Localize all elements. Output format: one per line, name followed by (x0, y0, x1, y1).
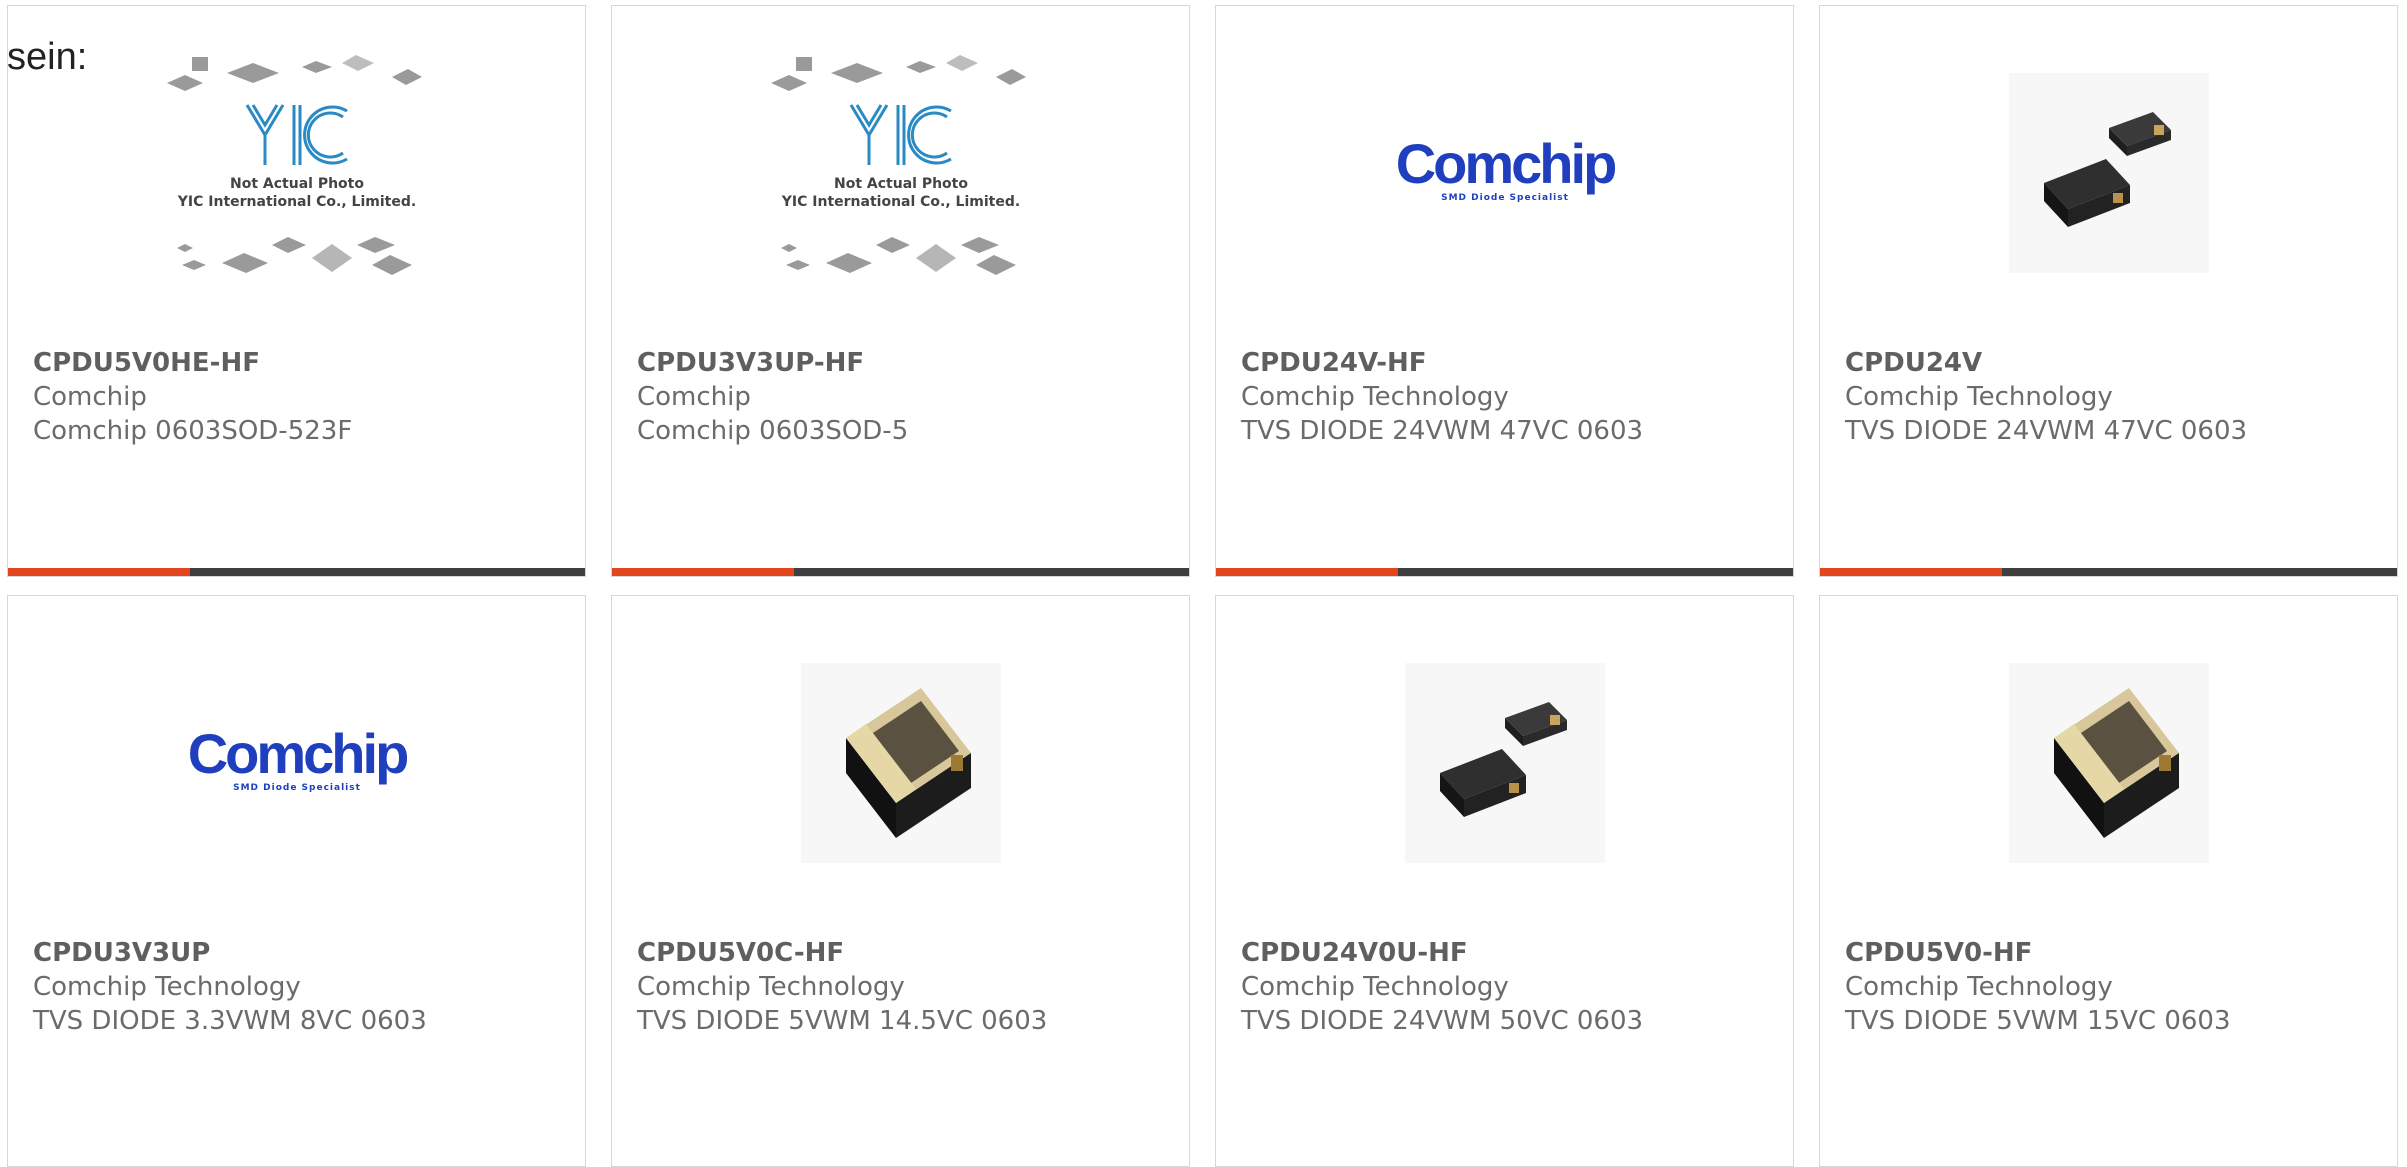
description: TVS DIODE 3.3VWM 8VC 0603 (33, 1006, 427, 1036)
two-black-chips-icon (2008, 73, 2209, 273)
product-info: CPDU3V3UP-HF Comchip Comchip 0603SOD-5 (637, 346, 908, 448)
description: Comchip 0603SOD-5 (637, 416, 909, 446)
part-number-link[interactable]: CPDU5V0-HF (1845, 936, 2231, 970)
product-card[interactable]: Not Actual Photo YIC International Co., … (611, 5, 1190, 577)
part-number-link[interactable]: CPDU24V-HF (1241, 346, 1643, 380)
product-card[interactable]: CPDU24V0U-HF Comchip Technology TVS DIOD… (1215, 595, 1794, 1167)
manufacturer: Comchip (637, 382, 751, 412)
comchip-logo-icon: Comchip SMD Diode Specialist (1395, 138, 1614, 203)
product-image[interactable]: Not Actual Photo YIC International Co., … (8, 55, 585, 278)
svg-text:SMD Diode Specialist: SMD Diode Specialist (1441, 193, 1569, 203)
product-image[interactable] (1820, 658, 2397, 868)
svg-text:Not Actual Photo: Not Actual Photo (834, 176, 968, 192)
svg-text:YIC International Co., Limited: YIC International Co., Limited. (780, 194, 1019, 210)
description: TVS DIODE 5VWM 15VC 0603 (1845, 1006, 2231, 1036)
description: TVS DIODE 24VWM 50VC 0603 (1241, 1006, 1644, 1036)
card-bar (612, 568, 1189, 576)
product-image[interactable] (1820, 68, 2397, 278)
manufacturer: Comchip (33, 382, 147, 412)
card-bar-accent (1820, 568, 2002, 576)
part-number-link[interactable]: CPDU3V3UP-HF (637, 346, 908, 380)
card-bar (1820, 568, 2397, 576)
product-card[interactable]: Not Actual Photo YIC International Co., … (7, 5, 586, 577)
part-number-link[interactable]: CPDU24V (1845, 346, 2247, 380)
product-info: CPDU24V Comchip Technology TVS DIODE 24V… (1845, 346, 2247, 448)
card-bar (8, 568, 585, 576)
description: TVS DIODE 5VWM 14.5VC 0603 (637, 1006, 1048, 1036)
manufacturer: Comchip Technology (1241, 382, 1509, 412)
product-image[interactable] (1216, 658, 1793, 868)
product-info: CPDU24V0U-HF Comchip Technology TVS DIOD… (1241, 936, 1643, 1038)
manufacturer: Comchip Technology (637, 972, 905, 1002)
product-info: CPDU5V0C-HF Comchip Technology TVS DIODE… (637, 936, 1047, 1038)
single-chip-icon (800, 663, 1001, 863)
description: TVS DIODE 24VWM 47VC 0603 (1845, 416, 2248, 446)
product-info: CPDU3V3UP Comchip Technology TVS DIODE 3… (33, 936, 427, 1038)
manufacturer: Comchip Technology (1845, 972, 2113, 1002)
manufacturer: Comchip Technology (1241, 972, 1509, 1002)
svg-text:YIC International Co., Limited: YIC International Co., Limited. (176, 194, 415, 210)
manufacturer: Comchip Technology (1845, 382, 2113, 412)
two-black-chips-icon (1404, 663, 1605, 863)
product-card[interactable]: Comchip SMD Diode Specialist CPDU3V3UP C… (7, 595, 586, 1167)
yic-placeholder-icon: Not Actual Photo YIC International Co., … (770, 55, 1026, 275)
product-card[interactable]: CPDU24V Comchip Technology TVS DIODE 24V… (1819, 5, 2398, 577)
product-image[interactable]: Not Actual Photo YIC International Co., … (612, 55, 1189, 278)
product-image[interactable]: Comchip SMD Diode Specialist (1216, 68, 1793, 278)
product-info: CPDU24V-HF Comchip Technology TVS DIODE … (1241, 346, 1643, 448)
description: Comchip 0603SOD-523F (33, 416, 353, 446)
yic-placeholder-icon: Not Actual Photo YIC International Co., … (166, 55, 422, 275)
product-image[interactable] (612, 658, 1189, 868)
product-card[interactable]: Comchip SMD Diode Specialist CPDU24V-HF … (1215, 5, 1794, 577)
svg-text:Comchip: Comchip (187, 728, 406, 785)
card-bar-accent (612, 568, 794, 576)
card-bar-accent (8, 568, 190, 576)
lead-text: sein: (7, 36, 88, 78)
manufacturer: Comchip Technology (33, 972, 301, 1002)
card-bar-accent (1216, 568, 1398, 576)
product-info: CPDU5V0HE-HF Comchip Comchip 0603SOD-523… (33, 346, 352, 448)
product-info: CPDU5V0-HF Comchip Technology TVS DIODE … (1845, 936, 2231, 1038)
part-number-link[interactable]: CPDU5V0C-HF (637, 936, 1047, 970)
svg-text:SMD Diode Specialist: SMD Diode Specialist (233, 783, 361, 793)
product-card[interactable]: CPDU5V0C-HF Comchip Technology TVS DIODE… (611, 595, 1190, 1167)
comchip-logo-icon: Comchip SMD Diode Specialist (187, 728, 406, 793)
card-bar (1216, 568, 1793, 576)
svg-text:Not Actual Photo: Not Actual Photo (230, 176, 364, 192)
part-number-link[interactable]: CPDU24V0U-HF (1241, 936, 1643, 970)
part-number-link[interactable]: CPDU3V3UP (33, 936, 427, 970)
product-card[interactable]: CPDU5V0-HF Comchip Technology TVS DIODE … (1819, 595, 2398, 1167)
svg-text:Comchip: Comchip (1395, 138, 1614, 195)
product-image[interactable]: Comchip SMD Diode Specialist (8, 658, 585, 868)
single-chip-icon (2008, 663, 2209, 863)
part-number-link[interactable]: CPDU5V0HE-HF (33, 346, 352, 380)
description: TVS DIODE 24VWM 47VC 0603 (1241, 416, 1644, 446)
